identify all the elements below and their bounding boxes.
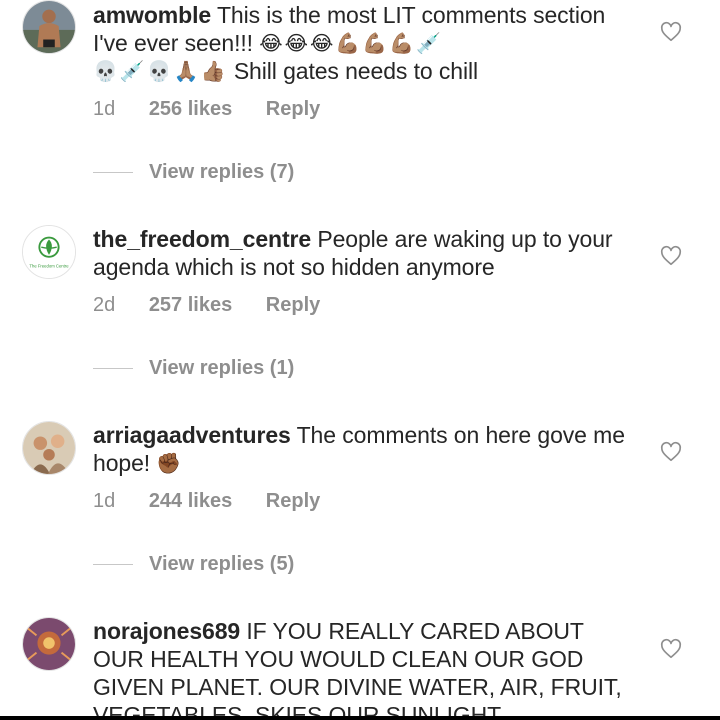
avatar[interactable] [22,421,76,475]
reply-button[interactable]: Reply [266,98,320,120]
replies-divider [93,172,133,174]
comment-body: amwomble This is the most LIT comments s… [93,1,633,85]
comment-body: the_freedom_centre People are waking up … [93,225,633,281]
comment-body: norajones689 IF YOU REALLY CARED ABOUT O… [93,617,633,720]
like-heart-icon[interactable] [660,21,682,43]
like-heart-icon[interactable] [660,638,682,660]
comment-username[interactable]: norajones689 [93,618,240,644]
comment-body: arriagaadventures The comments on here g… [93,421,633,477]
comment-time: 1d [93,98,116,120]
comment-username[interactable]: amwomble [93,2,211,28]
avatar[interactable]: The Freedom Centre [22,225,76,279]
emoji-run: 😂😂😂💪🏽💪🏽💪🏽💉 [259,33,443,55]
comment-username[interactable]: arriagaadventures [93,422,291,448]
bottom-edge-bar [0,716,720,720]
view-replies-label: View replies (1) [149,357,295,379]
view-replies-label: View replies (7) [149,161,295,183]
emoji-run: ✊🏾 [156,453,184,475]
avatar-image [23,422,75,474]
replies-divider [93,368,133,370]
comment-time: 1d [93,490,116,512]
comment-text: Shill gates needs to chill [233,58,478,84]
comment-likes[interactable]: 244 likes [149,490,232,512]
avatar[interactable] [22,617,76,671]
view-replies-button[interactable]: View replies (7) [93,161,294,184]
emoji-run: 💀💉💀🙏🏽👍🏽 [93,61,228,83]
avatar-image [23,618,75,670]
comment-meta: 1d 256 likes Reply [93,98,348,121]
view-replies-button[interactable]: View replies (1) [93,357,294,380]
comment-meta: 1d 244 likes Reply [93,490,348,513]
avatar-caption: The Freedom Centre [29,263,69,268]
avatar-image: The Freedom Centre [23,226,75,278]
like-heart-icon[interactable] [660,441,682,463]
replies-divider [93,564,133,566]
comment-meta: 2d 257 likes Reply [93,294,348,317]
comment-likes[interactable]: 257 likes [149,294,232,316]
reply-button[interactable]: Reply [266,294,320,316]
comment-username[interactable]: the_freedom_centre [93,226,311,252]
reply-button[interactable]: Reply [266,490,320,512]
view-replies-label: View replies (5) [149,553,295,575]
like-heart-icon[interactable] [660,245,682,267]
avatar-image [23,1,75,53]
avatar[interactable] [22,0,76,54]
view-replies-button[interactable]: View replies (5) [93,553,294,576]
comment-time: 2d [93,294,116,316]
comment-likes[interactable]: 256 likes [149,98,232,120]
